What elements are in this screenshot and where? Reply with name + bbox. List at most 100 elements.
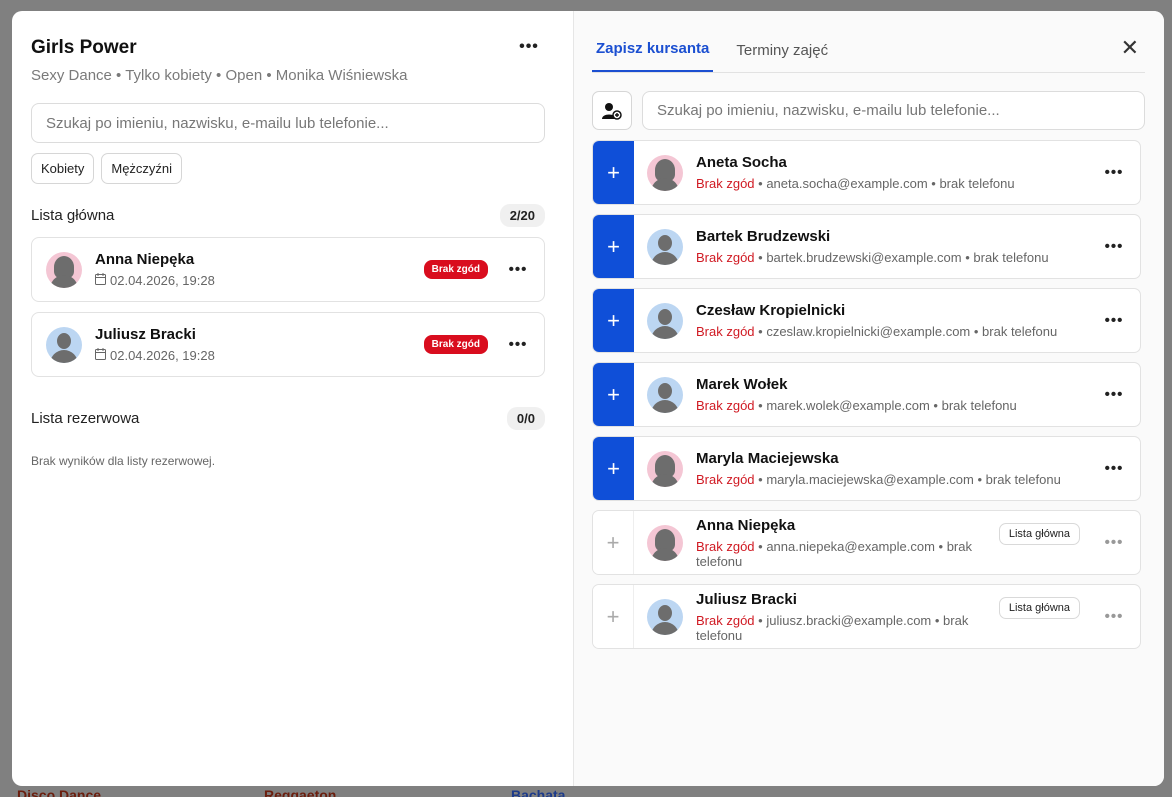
candidate-email: marek.wolek@example.com <box>766 398 930 413</box>
avatar-male-icon <box>647 376 683 413</box>
enroll-plus-button[interactable]: + <box>593 141 634 204</box>
candidate-row: + Czesław Kropielnicki Brak zgód • czesl… <box>592 288 1141 353</box>
bg-item-3: Bachata <box>511 787 566 797</box>
avatar-female-icon <box>46 251 82 288</box>
candidate-row: + Aneta Socha Brak zgód • aneta.socha@ex… <box>592 140 1141 205</box>
reserve-list-title: Lista rezerwowa <box>31 410 140 427</box>
member-row[interactable]: Anna Niepęka 02.04.2026, 19:28 Brak zgód… <box>31 237 545 302</box>
candidate-row: + Juliusz Bracki Brak zgód • juliusz.bra… <box>592 584 1141 649</box>
no-consent-badge: Brak zgód <box>423 260 488 279</box>
no-consent-text: Brak zgód <box>696 250 755 265</box>
reserve-list-count: 0/0 <box>506 407 545 430</box>
candidate-email: czeslaw.kropielnicki@example.com <box>766 324 971 339</box>
candidate-list: + Aneta Socha Brak zgód • aneta.socha@ex… <box>592 140 1145 649</box>
candidate-meta: Brak zgód • aneta.socha@example.com • br… <box>696 176 1015 191</box>
avatar-male-icon <box>647 302 683 339</box>
candidate-row: + Bartek Brudzewski Brak zgód • bartek.b… <box>592 214 1141 279</box>
no-consent-text: Brak zgód <box>696 472 755 487</box>
main-list-header: Lista główna 2/20 <box>31 204 545 227</box>
add-person-icon <box>602 102 622 120</box>
member-date-text: 02.04.2026, 19:28 <box>110 348 215 363</box>
candidate-more-button[interactable]: ••• <box>1102 608 1126 625</box>
candidate-more-button[interactable]: ••• <box>1102 312 1126 329</box>
no-consent-text: Brak zgód <box>696 324 755 339</box>
filter-men-button[interactable]: Mężczyźni <box>101 153 183 184</box>
avatar-male-icon <box>46 326 82 363</box>
candidate-name: Czesław Kropielnicki <box>696 302 846 319</box>
main-list-status-badge: Lista główna <box>998 523 1080 545</box>
enroll-plus-button[interactable]: + <box>593 363 634 426</box>
enroll-plus-button[interactable]: + <box>593 437 634 500</box>
avatar-female-icon <box>647 154 683 191</box>
enroll-plus-button[interactable]: + <box>593 289 634 352</box>
candidate-row: + Anna Niepęka Brak zgód • anna.niepeka@… <box>592 510 1141 575</box>
candidate-search-input[interactable]: Szukaj po imieniu, nazwisku, e-mailu lub… <box>642 91 1145 130</box>
candidate-name: Juliusz Bracki <box>696 590 797 608</box>
avatar-female-icon <box>647 450 683 487</box>
enroll-plus-button-disabled: + <box>593 585 634 648</box>
more-options-button[interactable]: ••• <box>513 33 545 61</box>
main-list-status-badge: Lista główna <box>998 597 1080 619</box>
candidate-name: Marek Wołek <box>696 376 788 393</box>
close-icon[interactable]: ✕ <box>1121 35 1139 61</box>
candidate-phone: brak telefonu <box>985 472 1061 487</box>
candidate-email: anna.niepeka@example.com <box>766 538 935 554</box>
tab-class-dates[interactable]: Terminy zajęć <box>732 42 832 72</box>
candidate-phone: brak telefonu <box>982 324 1058 339</box>
candidate-email: bartek.brudzewski@example.com <box>766 250 962 265</box>
candidate-name: Maryla Maciejewska <box>696 450 839 467</box>
candidate-phone: brak telefonu <box>939 176 1015 191</box>
candidate-more-button[interactable]: ••• <box>1102 534 1126 551</box>
candidate-more-button[interactable]: ••• <box>1102 460 1126 477</box>
enroll-plus-button[interactable]: + <box>593 215 634 278</box>
candidate-more-button[interactable]: ••• <box>1102 238 1126 255</box>
candidate-phone: brak telefonu <box>973 250 1049 265</box>
no-consent-text: Brak zgód <box>696 398 755 413</box>
member-date: 02.04.2026, 19:28 <box>95 273 424 288</box>
candidate-meta: Brak zgód • maryla.maciejewska@example.c… <box>696 472 1061 487</box>
member-row[interactable]: Juliusz Bracki 02.04.2026, 19:28 Brak zg… <box>31 312 545 377</box>
main-list-count: 2/20 <box>499 204 545 227</box>
member-name: Juliusz Bracki <box>95 326 196 343</box>
bg-item-1: Disco Dance <box>17 787 102 797</box>
enroll-plus-button-disabled: + <box>593 511 634 574</box>
search-placeholder: Szukaj po imieniu, nazwisku, e-mailu lub… <box>657 102 1000 119</box>
member-more-button[interactable]: ••• <box>506 261 530 278</box>
candidate-meta: Brak zgód • marek.wolek@example.com • br… <box>696 398 1017 413</box>
candidate-more-button[interactable]: ••• <box>1102 386 1126 403</box>
course-modal: Girls Power ••• Sexy Dance • Tylko kobie… <box>12 11 1164 786</box>
no-consent-badge: Brak zgód <box>423 335 488 354</box>
candidate-meta: Brak zgód • juliusz.bracki@example.com •… <box>696 612 969 643</box>
member-date-text: 02.04.2026, 19:28 <box>110 273 215 288</box>
candidate-phone: brak telefonu <box>941 398 1017 413</box>
candidate-row: + Marek Wołek Brak zgód • marek.wolek@ex… <box>592 362 1141 427</box>
avatar-male-icon <box>647 228 683 265</box>
add-user-button[interactable] <box>592 91 632 130</box>
no-consent-text: Brak zgód <box>696 538 755 554</box>
candidate-meta: Brak zgód • anna.niepeka@example.com • b… <box>696 538 972 569</box>
candidate-email: maryla.maciejewska@example.com <box>766 472 974 487</box>
bg-item-2: Reggaeton <box>264 787 337 797</box>
tab-bar: Zapisz kursanta Terminy zajęć ✕ <box>592 11 1145 73</box>
reserve-empty-message: Brak wyników dla listy rezerwowej. <box>31 454 216 468</box>
candidate-email: juliusz.bracki@example.com <box>766 612 932 628</box>
reserve-list-header: Lista rezerwowa 0/0 <box>31 407 545 430</box>
candidate-name: Bartek Brudzewski <box>696 228 831 245</box>
member-search-input[interactable]: Szukaj po imieniu, nazwisku, e-mailu lub… <box>31 103 545 143</box>
candidate-name: Aneta Socha <box>696 154 787 171</box>
candidate-more-button[interactable]: ••• <box>1102 164 1126 181</box>
gender-filters: Kobiety Mężczyźni <box>31 153 545 184</box>
course-panel: Girls Power ••• Sexy Dance • Tylko kobie… <box>12 11 574 786</box>
candidate-meta: Brak zgód • czeslaw.kropielnicki@example… <box>696 324 1058 339</box>
member-more-button[interactable]: ••• <box>506 336 530 353</box>
candidate-meta: Brak zgód • bartek.brudzewski@example.co… <box>696 250 1049 265</box>
candidate-email: aneta.socha@example.com <box>766 176 928 191</box>
avatar-male-icon <box>647 598 683 635</box>
tab-enroll-student[interactable]: Zapisz kursanta <box>592 40 714 72</box>
candidate-search-row: Szukaj po imieniu, nazwisku, e-mailu lub… <box>592 91 1145 130</box>
candidate-row: + Maryla Maciejewska Brak zgód • maryla.… <box>592 436 1141 501</box>
course-title: Girls Power <box>31 37 137 58</box>
no-consent-text: Brak zgód <box>696 612 755 628</box>
no-consent-text: Brak zgód <box>696 176 755 191</box>
filter-women-button[interactable]: Kobiety <box>31 153 95 184</box>
